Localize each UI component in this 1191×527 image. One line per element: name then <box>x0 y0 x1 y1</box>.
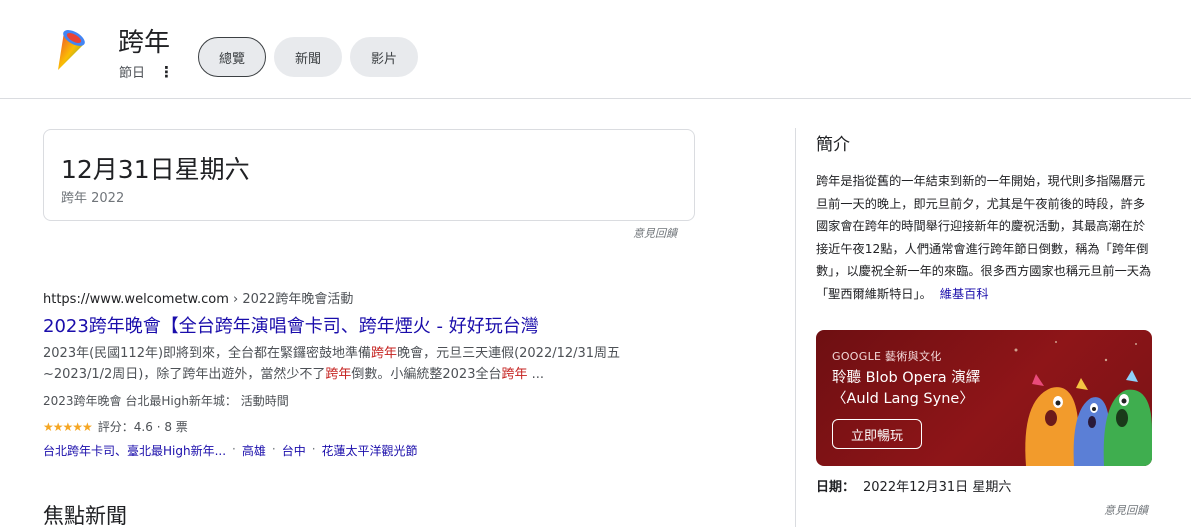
answer-caption: 跨年 2022 <box>61 191 125 206</box>
play-now-button[interactable]: 立即暢玩 <box>832 419 922 449</box>
party-horn-icon <box>58 30 85 70</box>
panel-feedback-link[interactable]: 意見回饋 <box>1104 502 1148 518</box>
header: 跨年 節日 ⋮ 總覽 新聞 影片 <box>0 0 1191 99</box>
snippet-highlight: 跨年 <box>325 367 352 382</box>
sitelink-separator: · <box>232 442 236 456</box>
snippet-text: 倒數。小編統整2023全台 <box>351 367 502 382</box>
result-title-link[interactable]: 2023跨年晚會【全台跨年演唱會卡司、跨年煙火 - 好好玩台灣 <box>43 312 539 338</box>
result-rating: ★★★★★ 評分：4.6 · 8 票 <box>43 418 188 435</box>
result-url[interactable]: https://www.welcometw.com › 2022跨年晚會活動 <box>43 288 353 307</box>
snippet-highlight: 跨年 <box>501 367 528 382</box>
banner-title: 聆聽 Blob Opera 演繹 〈Auld Lang Syne〉 <box>832 368 980 410</box>
date-answer-card: 12月31日星期六 跨年 2022 <box>43 129 695 221</box>
top-stories-heading: 焦點新聞 <box>43 504 127 527</box>
result-meta: 2023跨年晚會 台北最High新年城： 活動時間 <box>43 394 289 408</box>
banner-title-line: 聆聽 Blob Opera 演繹 <box>832 370 981 386</box>
answer-date: 12月31日星期六 <box>61 155 250 184</box>
tab-overview[interactable]: 總覽 <box>198 37 267 77</box>
more-options-icon[interactable]: ⋮ <box>159 63 174 81</box>
feedback-link[interactable]: 意見回饋 <box>633 225 677 241</box>
banner-title-line: 〈Auld Lang Syne〉 <box>832 391 974 407</box>
sitelink-separator: · <box>271 442 276 456</box>
subtitle-label: 節日 <box>119 66 146 81</box>
snippet-text: ... <box>527 367 545 382</box>
star-rating-icon: ★★★★★ <box>43 419 93 434</box>
sitelink-separator: · <box>311 442 316 456</box>
blob-opera-banner[interactable]: GOOGLE 藝術與文化 聆聽 Blob Opera 演繹 〈Auld Lang… <box>816 330 1152 466</box>
result-domain: https://www.welcometw.com <box>43 292 229 307</box>
sitelink-kaohsiung[interactable]: 高雄 <box>242 442 266 459</box>
intro-heading: 簡介 <box>816 135 850 155</box>
wikipedia-link[interactable]: 維基百科 <box>940 287 989 301</box>
sitelink-hualien[interactable]: 花蓮太平洋觀光節 <box>322 442 418 459</box>
tab-videos[interactable]: 影片 <box>350 37 419 77</box>
tab-bar: 總覽 新聞 影片 <box>198 37 419 77</box>
banner-source: GOOGLE 藝術與文化 <box>832 350 942 363</box>
result-breadcrumb: › 2022跨年晚會活動 <box>228 292 354 307</box>
date-label: 日期： <box>816 480 856 495</box>
intro-body: 跨年是指從舊的一年結束到新的一年開始，現代則多指陽曆元旦前一天的晚上，即元旦前夕… <box>816 174 1152 301</box>
date-value: 2022年12月31日 星期六 <box>863 480 1012 495</box>
sitelinks: 台北跨年卡司、臺北最High新年... · 高雄 · 台中 · 花蓮太平洋觀光節 <box>43 442 418 459</box>
panel-divider <box>795 128 796 527</box>
intro-description: 跨年是指從舊的一年結束到新的一年開始，現代則多指陽曆元旦前一天的晚上，即元旦前夕… <box>816 170 1156 305</box>
snippet-highlight: 跨年 <box>371 346 398 361</box>
snippet-text: 出遊外，當然少不了 <box>208 367 326 382</box>
sitelink-taichung[interactable]: 台中 <box>282 442 306 459</box>
result-snippet: 2023年(民國112年)即將到來，全台都在緊鑼密鼓地準備跨年晚會，元旦三天連假… <box>43 343 668 385</box>
rating-text: 評分：4.6 · 8 票 <box>97 420 188 434</box>
page-title: 跨年 <box>118 28 171 58</box>
tab-news[interactable]: 新聞 <box>274 37 343 77</box>
holiday-date: 日期： 2022年12月31日 星期六 <box>816 476 1011 495</box>
sitelink-taipei[interactable]: 台北跨年卡司、臺北最High新年... <box>43 442 226 459</box>
entity-subtitle: 節日 ⋮ <box>119 62 174 82</box>
blob-singers-illustration <box>1014 341 1152 466</box>
snippet-text: 2023年(民國112年)即將到來，全台都在緊鑼密鼓地準備 <box>43 346 372 361</box>
